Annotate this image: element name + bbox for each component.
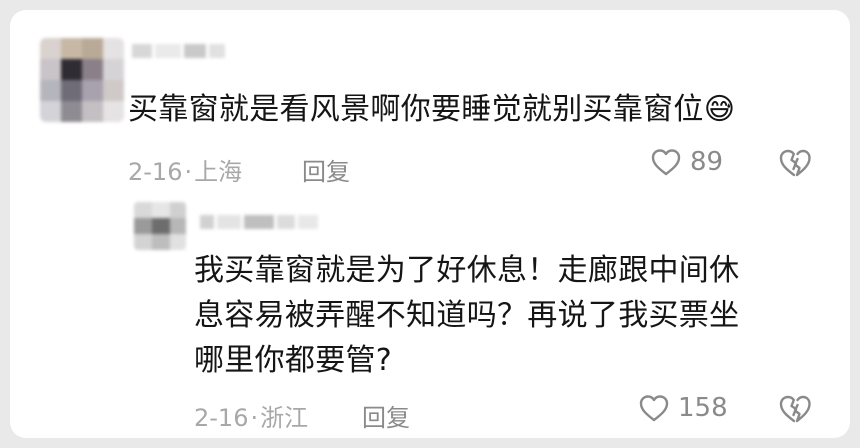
- broken-heart-icon: [779, 395, 811, 423]
- dislike-button[interactable]: [778, 147, 812, 183]
- reply-location: 浙江: [260, 404, 309, 432]
- reply-to-reply-button[interactable]: 回复: [362, 398, 410, 433]
- reply-text-line: 息容易被弄醒不知道吗？再说了我买票坐: [194, 298, 740, 333]
- comment-date: 2-16: [128, 158, 183, 186]
- meta-separator: ·: [250, 404, 259, 432]
- reply-like-count: 158: [678, 393, 728, 423]
- reply-button[interactable]: 回复: [302, 152, 350, 187]
- like-button[interactable]: 89: [650, 147, 723, 177]
- reply-text: 我买靠窗就是为了好休息！走廊跟中间休 息容易被弄醒不知道吗？再说了我买票坐 哪里…: [194, 248, 739, 383]
- reply-date: 2-16: [194, 404, 249, 432]
- broken-heart-icon: [779, 149, 811, 177]
- reply-dislike-button[interactable]: [778, 393, 812, 429]
- comment-text: 买靠窗就是看风景啊你要睡觉就别买靠窗位😅: [128, 84, 735, 128]
- username[interactable]: [132, 44, 225, 58]
- reply-meta: 2-16·浙江: [194, 398, 308, 433]
- like-count: 89: [690, 147, 724, 177]
- heart-outline-icon: [639, 395, 669, 422]
- comment-body: 买靠窗就是看风景啊你要睡觉就别买靠窗位: [128, 92, 704, 127]
- avatar[interactable]: [40, 38, 124, 122]
- sweat-smile-emoji-icon: 😅: [703, 92, 736, 127]
- reply-text-line: 我买靠窗就是为了好休息！走廊跟中间休: [194, 253, 740, 288]
- heart-outline-icon: [651, 149, 681, 176]
- reply-username[interactable]: [200, 215, 318, 229]
- comment-meta: 2-16·上海: [128, 152, 242, 187]
- comment-thread-card: 买靠窗就是看风景啊你要睡觉就别买靠窗位😅 2-16·上海 回复 89 我买靠窗就…: [10, 10, 850, 438]
- reply-text-line: 哪里你都要管?: [194, 343, 393, 378]
- reply-like-button[interactable]: 158: [638, 393, 728, 423]
- reply-avatar[interactable]: [134, 202, 186, 250]
- meta-separator: ·: [184, 158, 193, 186]
- comment-location: 上海: [194, 158, 243, 186]
